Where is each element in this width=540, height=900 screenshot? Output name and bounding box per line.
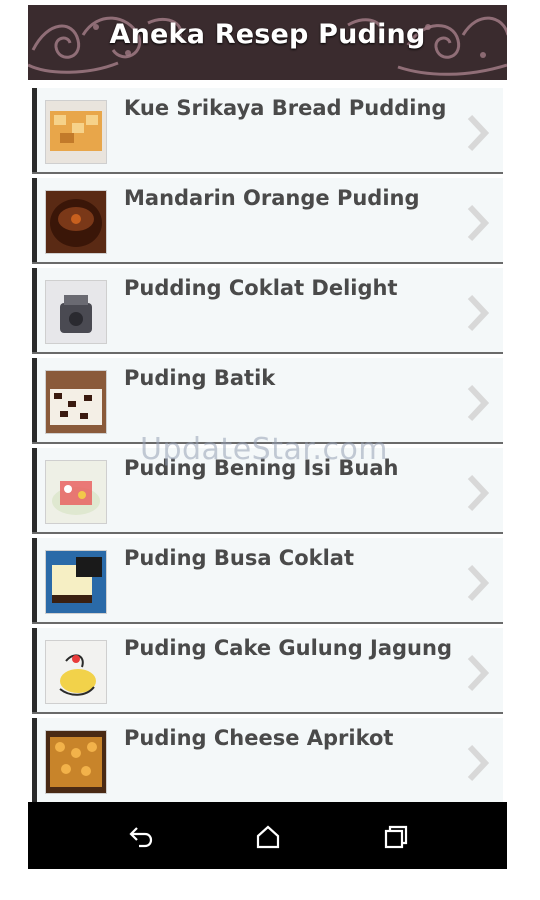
home-icon[interactable] xyxy=(248,820,288,852)
recipe-title: Kue Srikaya Bread Pudding xyxy=(124,96,447,120)
app-header: Aneka Resep Puding xyxy=(28,5,507,80)
recipe-title: Puding Batik xyxy=(124,366,276,390)
recipe-item-pudding-coklat-delight[interactable]: Pudding Coklat Delight xyxy=(32,268,503,354)
chocolate-foam-thumbnail xyxy=(45,550,107,614)
chocolate-delight-thumbnail xyxy=(45,280,107,344)
chevron-right-icon xyxy=(467,204,490,242)
watermark-text: UpdateStar.com xyxy=(140,432,389,467)
chevron-right-icon xyxy=(467,474,490,512)
recipe-title: Puding Cake Gulung Jagung xyxy=(124,636,452,660)
recent-apps-icon[interactable] xyxy=(376,820,416,852)
recipe-item-mandarin-orange-puding[interactable]: Mandarin Orange Puding xyxy=(32,178,503,264)
chevron-right-icon xyxy=(467,384,490,422)
back-icon[interactable] xyxy=(123,820,163,852)
row-accent-bar xyxy=(32,88,37,172)
row-accent-bar xyxy=(32,628,37,712)
row-accent-bar xyxy=(32,178,37,262)
corn-roll-cake-thumbnail xyxy=(45,640,107,704)
navigation-bar xyxy=(28,802,507,869)
apricot-cheese-thumbnail xyxy=(45,730,107,794)
row-accent-bar xyxy=(32,268,37,352)
app-title: Aneka Resep Puding xyxy=(109,19,426,50)
recipe-title: Puding Busa Coklat xyxy=(124,546,355,570)
chevron-right-icon xyxy=(467,294,490,332)
chevron-right-icon xyxy=(467,564,490,602)
chevron-right-icon xyxy=(467,654,490,692)
chevron-right-icon xyxy=(467,744,490,782)
bread-pudding-thumbnail xyxy=(45,100,107,164)
chevron-right-icon xyxy=(467,114,490,152)
recipe-title: Mandarin Orange Puding xyxy=(124,186,420,210)
recipe-item-puding-busa-coklat[interactable]: Puding Busa Coklat xyxy=(32,538,503,624)
row-accent-bar xyxy=(32,358,37,442)
recipe-item-kue-srikaya-bread-pudding[interactable]: Kue Srikaya Bread Pudding xyxy=(32,88,503,174)
recipe-item-puding-cake-gulung-jagung[interactable]: Puding Cake Gulung Jagung xyxy=(32,628,503,714)
recipe-title: Puding Cheese Aprikot xyxy=(124,726,394,750)
row-accent-bar xyxy=(32,718,37,802)
recipe-item-puding-cheese-aprikot[interactable]: Puding Cheese Aprikot xyxy=(32,718,503,802)
batik-pudding-thumbnail xyxy=(45,370,107,434)
recipe-title: Pudding Coklat Delight xyxy=(124,276,398,300)
row-accent-bar xyxy=(32,538,37,622)
fruit-pudding-thumbnail xyxy=(45,460,107,524)
orange-pudding-thumbnail xyxy=(45,190,107,254)
row-accent-bar xyxy=(32,448,37,532)
